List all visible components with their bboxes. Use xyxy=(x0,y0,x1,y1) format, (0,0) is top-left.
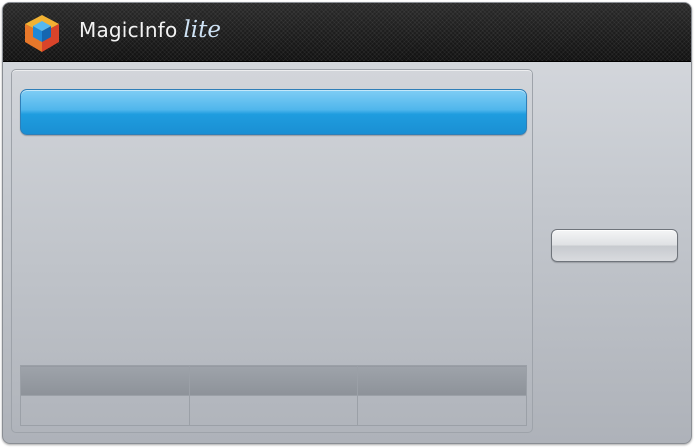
table-cell xyxy=(20,395,190,426)
app-name: MagicInfo xyxy=(79,18,178,42)
table-header-cell xyxy=(188,365,359,396)
info-table xyxy=(20,365,527,426)
table-cell xyxy=(357,395,527,426)
content-panel xyxy=(11,69,533,433)
magicinfo-cube-icon xyxy=(25,15,59,52)
header-bar xyxy=(20,89,527,135)
table-cell xyxy=(188,395,359,426)
table-header-cell xyxy=(20,365,190,396)
app-brand: MagicInfo lite xyxy=(79,17,221,49)
table-row xyxy=(20,395,527,426)
title-bar: MagicInfo lite xyxy=(3,3,691,62)
app-window: MagicInfo lite xyxy=(2,2,692,444)
app-edition: lite xyxy=(183,17,221,43)
table-header-cell xyxy=(357,365,527,396)
table-header-row xyxy=(20,365,527,396)
action-button[interactable] xyxy=(551,229,678,262)
